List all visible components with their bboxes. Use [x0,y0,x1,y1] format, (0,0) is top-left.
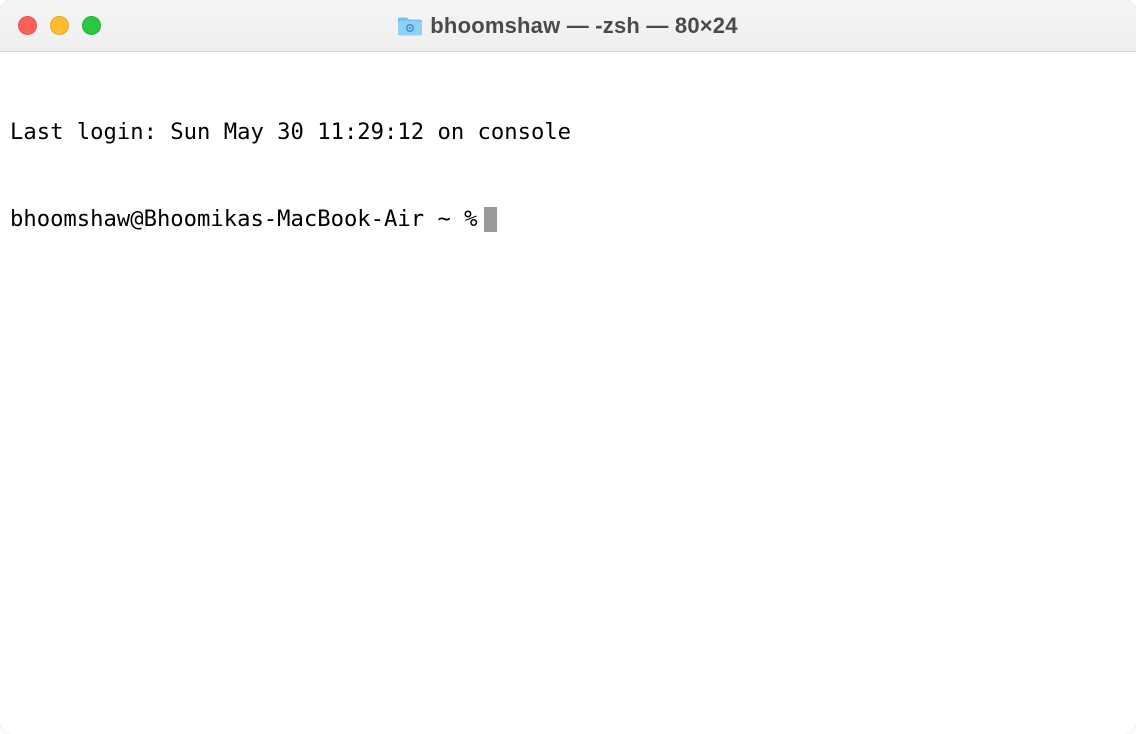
terminal-body[interactable]: Last login: Sun May 30 11:29:12 on conso… [0,52,1136,734]
last-login-line: Last login: Sun May 30 11:29:12 on conso… [10,118,1126,147]
title-wrap: bhoomshaw — -zsh — 80×24 [0,13,1136,39]
cursor [484,207,497,232]
close-button[interactable] [18,16,37,35]
titlebar[interactable]: bhoomshaw — -zsh — 80×24 [0,0,1136,52]
terminal-window: bhoomshaw — -zsh — 80×24 Last login: Sun… [0,0,1136,734]
traffic-lights [18,16,101,35]
prompt-line: bhoomshaw@Bhoomikas-MacBook-Air ~ % [10,205,1126,234]
minimize-button[interactable] [50,16,69,35]
window-title: bhoomshaw — -zsh — 80×24 [430,13,737,39]
prompt-text: bhoomshaw@Bhoomikas-MacBook-Air ~ % [10,205,478,234]
folder-icon [398,16,422,36]
fullscreen-button[interactable] [82,16,101,35]
